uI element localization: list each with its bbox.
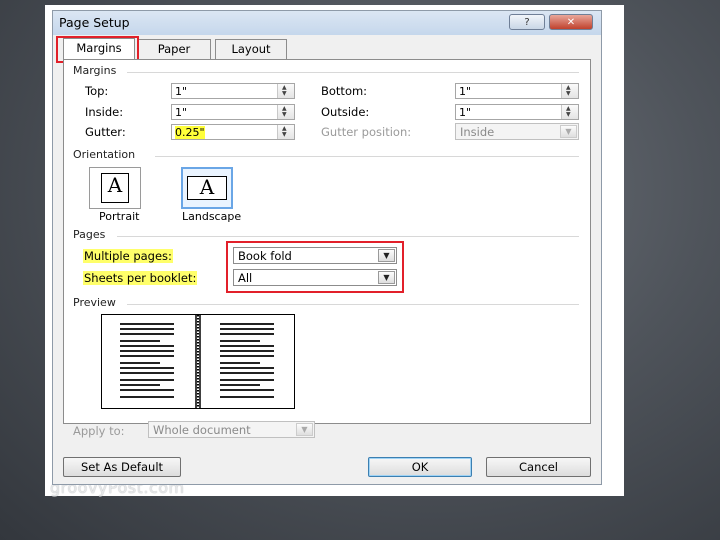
- preview-text-line: [120, 396, 174, 398]
- preview-text-line: [220, 362, 260, 364]
- preview-text-line: [220, 350, 274, 352]
- spin-down-icon: ▼: [282, 111, 287, 118]
- preview-divider: [127, 304, 579, 305]
- dropdown-arrow-icon[interactable]: ▼: [296, 423, 313, 436]
- apply-to-label: Apply to:: [73, 424, 125, 438]
- help-button[interactable]: ?: [509, 14, 545, 30]
- preview-text-line: [120, 367, 174, 369]
- preview-text-line: [220, 379, 274, 381]
- preview-text-line: [120, 379, 174, 381]
- outside-margin-value: 1": [459, 106, 472, 119]
- preview-text-line: [120, 362, 160, 364]
- margins-divider: [127, 72, 579, 73]
- orientation-section-label: Orientation: [73, 148, 136, 161]
- bottom-margin-value: 1": [459, 85, 472, 98]
- preview-text-line: [220, 372, 274, 374]
- portrait-page-icon: A: [101, 173, 129, 203]
- cancel-button[interactable]: Cancel: [486, 457, 591, 477]
- dialog-title: Page Setup: [59, 15, 130, 30]
- gutter-position-dropdown[interactable]: Inside ▼: [455, 123, 579, 140]
- gutter-value: 0.25": [175, 126, 205, 139]
- margins-section-label: Margins: [73, 64, 117, 77]
- preview-text-line: [220, 396, 274, 398]
- apply-to-dropdown[interactable]: Whole document ▼: [148, 421, 315, 438]
- multiple-pages-label: Multiple pages:: [83, 249, 173, 263]
- tab-paper[interactable]: Paper: [137, 39, 211, 59]
- preview-text-line: [120, 350, 174, 352]
- spin-down-icon: ▼: [282, 131, 287, 138]
- close-button[interactable]: ✕: [549, 14, 593, 30]
- spin-arrows[interactable]: ▲ ▼: [561, 84, 578, 98]
- preview-text-line: [220, 384, 260, 386]
- spin-down-icon: ▼: [282, 90, 287, 97]
- preview-text-line: [220, 389, 274, 391]
- sheets-per-booklet-label: Sheets per booklet:: [83, 271, 198, 285]
- top-margin-spinner[interactable]: 1" ▲ ▼: [171, 83, 295, 99]
- outside-margin-spinner[interactable]: 1" ▲ ▼: [455, 104, 579, 120]
- bottom-label: Bottom:: [321, 84, 368, 98]
- preview-text-line: [120, 323, 174, 325]
- landscape-option[interactable]: A: [181, 167, 233, 209]
- preview-text-line: [220, 328, 274, 330]
- ok-button[interactable]: OK: [368, 457, 472, 477]
- preview-text-line: [220, 340, 260, 342]
- preview-text-line: [120, 389, 174, 391]
- preview-text-line: [220, 345, 274, 347]
- spin-down-icon: ▼: [566, 90, 571, 97]
- top-margin-value: 1": [175, 85, 188, 98]
- pages-annotation-box: [226, 241, 404, 293]
- top-label: Top:: [85, 84, 109, 98]
- outside-label: Outside:: [321, 105, 370, 119]
- orientation-divider: [155, 156, 579, 157]
- gutter-spinner[interactable]: 0.25" ▲ ▼: [171, 124, 295, 140]
- gutter-label: Gutter:: [85, 125, 126, 139]
- preview-text-line: [120, 328, 174, 330]
- page-setup-dialog: Page Setup ? ✕ Margins Paper Layout Marg…: [52, 10, 602, 485]
- title-bar[interactable]: Page Setup ? ✕: [53, 11, 601, 35]
- tab-layout[interactable]: Layout: [215, 39, 287, 59]
- inside-margin-value: 1": [175, 106, 188, 119]
- spin-down-icon: ▼: [566, 111, 571, 118]
- spin-arrows[interactable]: ▲ ▼: [561, 105, 578, 119]
- dropdown-arrow-icon[interactable]: ▼: [560, 125, 577, 138]
- tab-paper-label: Paper: [157, 42, 191, 56]
- bottom-margin-spinner[interactable]: 1" ▲ ▼: [455, 83, 579, 99]
- pages-section-label: Pages: [73, 228, 106, 241]
- spin-arrows[interactable]: ▲ ▼: [277, 105, 294, 119]
- tab-layout-label: Layout: [231, 42, 271, 56]
- close-icon: ✕: [566, 17, 576, 28]
- spin-arrows[interactable]: ▲ ▼: [277, 125, 294, 139]
- preview-text-line: [120, 345, 174, 347]
- landscape-label: Landscape: [182, 210, 242, 223]
- help-icon: ?: [524, 17, 530, 28]
- preview-booklet: [101, 314, 295, 409]
- preview-text-line: [120, 333, 174, 335]
- preview-text-line: [120, 340, 160, 342]
- pages-divider: [117, 236, 579, 237]
- gutter-position-value: Inside: [460, 125, 495, 139]
- preview-text-line: [220, 355, 274, 357]
- spin-arrows[interactable]: ▲ ▼: [277, 84, 294, 98]
- preview-text-line: [220, 333, 274, 335]
- preview-text-line: [120, 384, 160, 386]
- landscape-page-icon: A: [187, 176, 227, 200]
- apply-to-value: Whole document: [153, 423, 251, 437]
- gutter-position-label: Gutter position:: [321, 125, 412, 139]
- preview-spine: [195, 315, 201, 408]
- portrait-label: Portrait: [99, 210, 140, 223]
- preview-text-line: [220, 367, 274, 369]
- set-as-default-button[interactable]: Set As Default: [63, 457, 181, 477]
- preview-text-line: [120, 372, 174, 374]
- preview-section-label: Preview: [73, 296, 116, 309]
- portrait-option[interactable]: A: [89, 167, 141, 209]
- inside-label: Inside:: [85, 105, 124, 119]
- preview-text-line: [120, 355, 174, 357]
- preview-text-line: [220, 323, 274, 325]
- inside-margin-spinner[interactable]: 1" ▲ ▼: [171, 104, 295, 120]
